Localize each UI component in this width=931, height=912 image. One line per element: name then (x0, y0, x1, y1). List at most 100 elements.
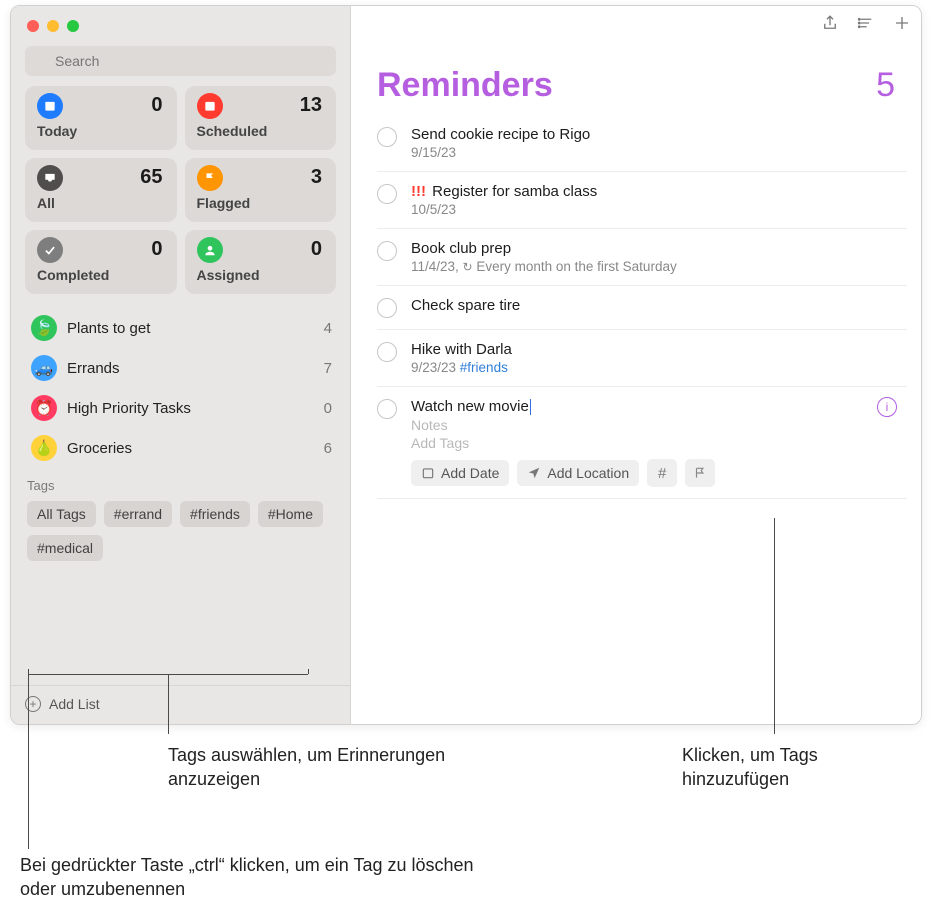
checkmark-icon (37, 237, 63, 263)
page-title: Reminders (377, 66, 553, 105)
annotation-ctrl-click: Bei gedrückter Taste „ctrl“ klicken, um … (20, 853, 500, 902)
smart-list-label: Today (37, 123, 165, 139)
location-arrow-icon (527, 466, 541, 480)
list-count: 0 (324, 400, 332, 417)
tag-pill-home[interactable]: #Home (258, 501, 323, 527)
list-name: Groceries (67, 440, 314, 457)
smart-list-count: 0 (311, 238, 322, 261)
reminder-title-input[interactable]: Watch new movie (411, 398, 907, 415)
lists-section: 🍃 Plants to get 4 🚙 Errands 7 ⏰ High Pri… (11, 304, 350, 468)
main-panel: Reminders 5 Send cookie recipe to Rigo 9… (351, 6, 921, 724)
new-reminder-icon[interactable] (893, 14, 911, 32)
tag-pill-all[interactable]: All Tags (27, 501, 96, 527)
smart-list-count: 13 (300, 94, 322, 117)
quick-actions: Add Date Add Location # (411, 459, 907, 487)
smart-list-flagged[interactable]: 3 Flagged (185, 158, 337, 222)
reminder-subtitle: 9/23/23 #friends (411, 360, 907, 375)
annotation-add-tags: Klicken, um Tags hinzuzufügen (682, 743, 922, 792)
reminder-row[interactable]: Book club prep 11/4/23, ↻ Every month on… (377, 229, 907, 286)
smart-list-all[interactable]: 65 All (25, 158, 177, 222)
calendar-today-icon (37, 93, 63, 119)
reminder-row[interactable]: !!! Register for samba class 10/5/23 (377, 172, 907, 229)
reminder-title: Hike with Darla (411, 341, 907, 358)
list-row-high-priority[interactable]: ⏰ High Priority Tasks 0 (21, 388, 342, 428)
reminder-row[interactable]: Send cookie recipe to Rigo 9/15/23 (377, 115, 907, 172)
reminder-subtitle: 9/15/23 (411, 145, 907, 160)
smart-list-scheduled[interactable]: 13 Scheduled (185, 86, 337, 150)
list-name: Errands (67, 360, 314, 377)
tags-section: Tags All Tags #errand #friends #Home #me… (11, 468, 350, 565)
list-row-plants[interactable]: 🍃 Plants to get 4 (21, 308, 342, 348)
list-row-groceries[interactable]: 🍐 Groceries 6 (21, 428, 342, 468)
priority-indicator: !!! (411, 183, 426, 200)
search-input[interactable] (25, 46, 336, 76)
close-window-button[interactable] (27, 20, 39, 32)
tag-pill-medical[interactable]: #medical (27, 535, 103, 561)
smart-lists-grid: 0 Today 13 Scheduled 65 All (11, 86, 350, 304)
info-button[interactable]: i (877, 397, 897, 417)
add-flag-button[interactable] (685, 459, 715, 487)
inbox-icon (37, 165, 63, 191)
app-window: 0 Today 13 Scheduled 65 All (10, 5, 922, 725)
reminder-subtitle: 11/4/23, ↻ Every month on the first Satu… (411, 259, 907, 274)
smart-list-label: Flagged (197, 195, 325, 211)
complete-toggle[interactable] (377, 399, 397, 419)
smart-list-count: 0 (151, 238, 162, 261)
tag-pill-errand[interactable]: #errand (104, 501, 172, 527)
tag-inline[interactable]: #friends (460, 360, 508, 375)
complete-toggle[interactable] (377, 298, 397, 318)
list-count: 4 (324, 320, 332, 337)
complete-toggle[interactable] (377, 184, 397, 204)
flag-icon (197, 165, 223, 191)
smart-list-label: Completed (37, 267, 165, 283)
list-row-errands[interactable]: 🚙 Errands 7 (21, 348, 342, 388)
reminder-title: !!! Register for samba class (411, 183, 907, 200)
add-date-button[interactable]: Add Date (411, 460, 509, 486)
list-name: Plants to get (67, 320, 314, 337)
reminder-row-editing[interactable]: Watch new movie Notes Add Tags Add Date … (377, 387, 907, 499)
complete-toggle[interactable] (377, 127, 397, 147)
reminder-row[interactable]: Hike with Darla 9/23/23 #friends (377, 330, 907, 387)
reminder-title: Send cookie recipe to Rigo (411, 126, 907, 143)
smart-list-today[interactable]: 0 Today (25, 86, 177, 150)
calendar-icon (197, 93, 223, 119)
reminder-subtitle: 10/5/23 (411, 202, 907, 217)
notes-input[interactable]: Notes (411, 417, 907, 433)
calendar-small-icon (421, 466, 435, 480)
complete-toggle[interactable] (377, 241, 397, 261)
smart-list-label: Assigned (197, 267, 325, 283)
tag-pills: All Tags #errand #friends #Home #medical (27, 501, 336, 561)
sidebar: 0 Today 13 Scheduled 65 All (11, 6, 351, 724)
add-tag-button[interactable]: # (647, 459, 677, 487)
tags-header: Tags (27, 478, 336, 493)
share-icon[interactable] (821, 14, 839, 32)
add-list-button[interactable]: + Add List (11, 685, 350, 724)
smart-list-count: 65 (140, 166, 162, 189)
leaf-icon: 🍃 (31, 315, 57, 341)
smart-list-completed[interactable]: 0 Completed (25, 230, 177, 294)
window-controls (11, 6, 350, 42)
fruit-icon: 🍐 (31, 435, 57, 461)
clock-icon: ⏰ (31, 395, 57, 421)
view-options-icon[interactable] (857, 14, 875, 32)
reminder-title: Check spare tire (411, 297, 907, 314)
repeat-icon: ↻ (463, 260, 473, 274)
smart-list-label: Scheduled (197, 123, 325, 139)
add-location-button[interactable]: Add Location (517, 460, 639, 486)
minimize-window-button[interactable] (47, 20, 59, 32)
reminder-row[interactable]: Check spare tire (377, 286, 907, 330)
list-count: 7 (324, 360, 332, 377)
flag-small-icon (693, 466, 707, 480)
person-icon (197, 237, 223, 263)
car-icon: 🚙 (31, 355, 57, 381)
page-reminder-count: 5 (876, 66, 895, 105)
list-name: High Priority Tasks (67, 400, 314, 417)
hash-icon: # (658, 465, 666, 482)
tag-pill-friends[interactable]: #friends (180, 501, 250, 527)
complete-toggle[interactable] (377, 342, 397, 362)
add-list-label: Add List (49, 696, 100, 712)
add-tags-input[interactable]: Add Tags (411, 435, 907, 451)
fullscreen-window-button[interactable] (67, 20, 79, 32)
smart-list-assigned[interactable]: 0 Assigned (185, 230, 337, 294)
reminder-title: Book club prep (411, 240, 907, 257)
